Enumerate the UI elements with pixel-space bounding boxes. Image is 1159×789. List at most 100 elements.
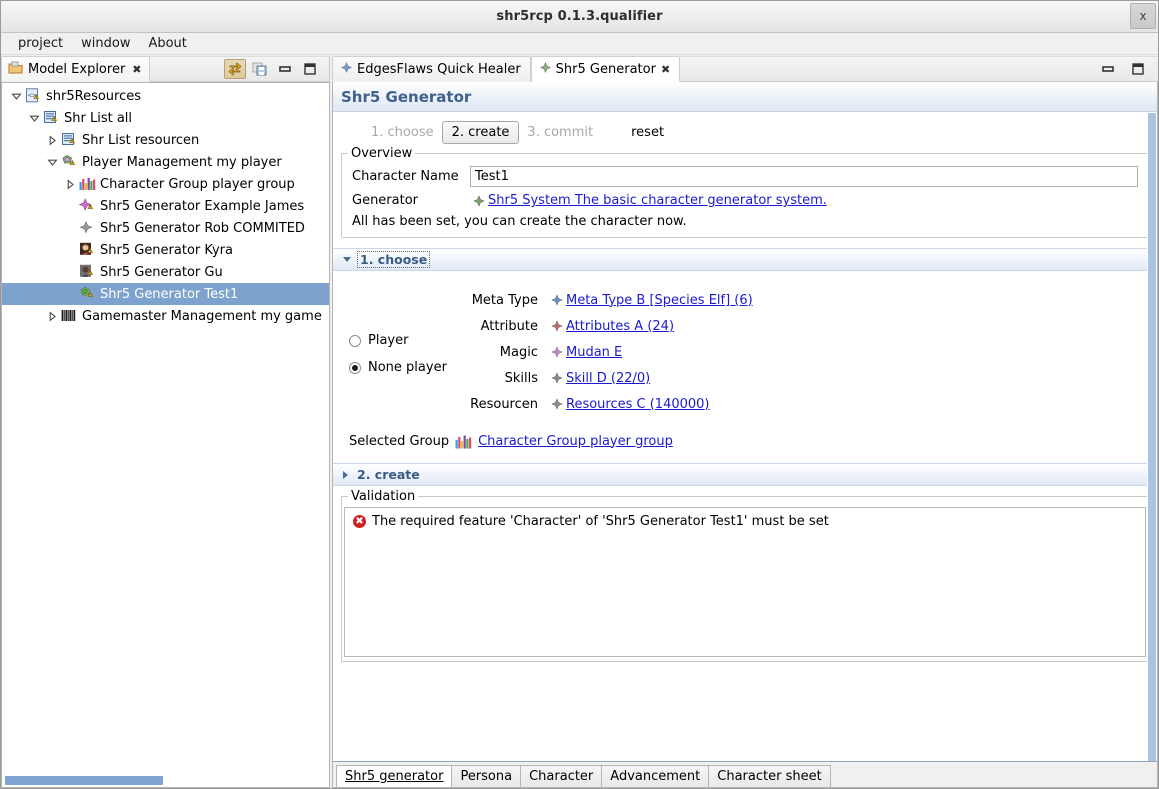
chevron-down-icon[interactable] bbox=[44, 151, 60, 173]
section-header-create[interactable]: 2. create bbox=[333, 463, 1157, 486]
selected-group-row: Selected Group Character Group player gr… bbox=[333, 419, 1157, 449]
chevron-down-icon[interactable] bbox=[8, 85, 24, 107]
menu-bar: project window About bbox=[1, 33, 1158, 55]
title-bar: shr5rcp 0.1.3.qualifier x bbox=[1, 1, 1158, 33]
field-label: Attribute bbox=[480, 318, 538, 334]
avatar-kyra-icon bbox=[78, 241, 96, 259]
field-link[interactable]: Resources C (140000) bbox=[566, 397, 710, 412]
field-link[interactable]: Meta Type B [Species Elf] (6) bbox=[566, 293, 753, 308]
editor-body: Shr5 Generator 1. choose 2. create 3. co… bbox=[332, 82, 1158, 788]
field-row-meta-type: Meta Type Meta Type B [Species Elf] (6) bbox=[453, 287, 1157, 313]
tree-item-gamemaster-management-my-game[interactable]: Gamemaster Management my game bbox=[2, 305, 329, 327]
radio-none-player-label: None player bbox=[368, 360, 447, 375]
radio-player[interactable]: Player bbox=[349, 327, 453, 354]
view-toolbar bbox=[149, 56, 330, 82]
editor-vertical-scrollbar[interactable] bbox=[1147, 112, 1157, 761]
generator-magenta-icon bbox=[78, 197, 96, 215]
scrollbar-thumb[interactable] bbox=[1148, 113, 1156, 761]
tree-item-label: Shr5 Generator Example James bbox=[100, 198, 305, 214]
field-label: Skills bbox=[504, 370, 538, 386]
selected-group-link[interactable]: Character Group player group bbox=[478, 434, 673, 449]
diamond-icon bbox=[340, 61, 353, 77]
window-close-button[interactable]: x bbox=[1130, 3, 1156, 29]
field-row-attribute: Attribute Attributes A (24) bbox=[453, 313, 1157, 339]
validation-list[interactable]: ✖ The required feature 'Character' of 'S… bbox=[344, 507, 1146, 657]
field-link[interactable]: Skill D (22/0) bbox=[566, 371, 650, 386]
page-tab-persona[interactable]: Persona bbox=[451, 765, 522, 787]
link-with-editor-icon[interactable] bbox=[224, 59, 246, 79]
field-label: Magic bbox=[499, 344, 538, 360]
tree-item-shr-list-resourcen[interactable]: Shr List resourcen bbox=[2, 129, 329, 151]
page-tab-label: Character bbox=[529, 769, 594, 784]
tree-item-character-group-player-group[interactable]: Character Group player group bbox=[2, 173, 329, 195]
step-2-create[interactable]: 2. create bbox=[441, 121, 520, 144]
maximize-icon[interactable] bbox=[299, 59, 321, 79]
field-label: Resourcen bbox=[470, 396, 538, 412]
chevron-right-icon[interactable] bbox=[62, 173, 78, 195]
menu-item-window[interactable]: window bbox=[72, 34, 139, 53]
editor-minimize-icon[interactable] bbox=[1100, 61, 1116, 77]
editor-tab-edgesflaws[interactable]: EdgesFlaws Quick Healer bbox=[332, 56, 531, 82]
tree-item-shr5resources[interactable]: <> shr5Resources bbox=[2, 85, 329, 107]
character-name-label: Character Name bbox=[352, 169, 459, 184]
menu-item-project[interactable]: project bbox=[9, 34, 72, 53]
collapse-all-icon[interactable] bbox=[249, 59, 271, 79]
editor-tab-filler bbox=[680, 56, 1158, 82]
tree-item-label: Player Management my player bbox=[82, 154, 282, 170]
character-group-icon bbox=[455, 433, 472, 449]
tree-item-shr5-generator-kyra[interactable]: Shr5 Generator Kyra bbox=[2, 239, 329, 261]
chevron-right-icon[interactable] bbox=[44, 129, 60, 151]
chevron-right-icon[interactable] bbox=[44, 305, 60, 327]
model-explorer-tab-row: Model Explorer ✖ bbox=[1, 56, 330, 82]
player-type-radio-group: Player None player bbox=[333, 287, 453, 417]
field-link[interactable]: Mudan E bbox=[566, 345, 622, 360]
form-title: Shr5 Generator bbox=[341, 87, 472, 106]
page-tab-character-sheet[interactable]: Character sheet bbox=[708, 765, 831, 787]
list-icon bbox=[42, 109, 60, 127]
character-name-input[interactable] bbox=[470, 166, 1138, 187]
tree-item-shr5-generator-rob-commited[interactable]: Shr5 Generator Rob COMMITED bbox=[2, 217, 329, 239]
section-header-choose[interactable]: 1. choose bbox=[333, 248, 1157, 271]
tree-item-label: Shr List resourcen bbox=[82, 132, 200, 148]
page-tab-character[interactable]: Character bbox=[520, 765, 603, 787]
generator-green-icon bbox=[78, 285, 96, 303]
editor-area: EdgesFlaws Quick Healer Shr5 Generator ✖ bbox=[332, 56, 1158, 788]
tree-item-shr-list-all[interactable]: Shr List all bbox=[2, 107, 329, 129]
close-icon[interactable]: ✖ bbox=[661, 63, 670, 76]
editor-tab-label: EdgesFlaws Quick Healer bbox=[357, 62, 521, 77]
step-3-commit[interactable]: 3. commit bbox=[519, 122, 601, 143]
field-link[interactable]: Attributes A (24) bbox=[566, 319, 674, 334]
tree-item-shr5-generator-test1[interactable]: Shr5 Generator Test1 bbox=[2, 283, 329, 305]
editor-tab-row: EdgesFlaws Quick Healer Shr5 Generator ✖ bbox=[332, 56, 1158, 82]
character-group-icon bbox=[78, 175, 96, 193]
radio-none-player[interactable]: None player bbox=[349, 354, 453, 381]
editor-maximize-icon[interactable] bbox=[1130, 61, 1146, 77]
tree-horizontal-scrollbar[interactable] bbox=[3, 775, 328, 786]
radio-player-label: Player bbox=[368, 333, 409, 348]
editor-tab-shr5-generator[interactable]: Shr5 Generator ✖ bbox=[530, 56, 681, 82]
model-explorer-view: Model Explorer ✖ <> shr5Resources Shr Li… bbox=[1, 56, 330, 788]
list-icon bbox=[60, 131, 78, 149]
form-page-tabs: Shr5 generator Persona Character Advancemen… bbox=[333, 761, 1157, 787]
radio-icon-selected bbox=[349, 361, 361, 374]
chevron-down-icon[interactable] bbox=[26, 107, 42, 129]
minimize-icon[interactable] bbox=[274, 59, 296, 79]
page-tab-shr5-generator[interactable]: Shr5 generator bbox=[336, 765, 453, 787]
tree-item-shr5-generator-gu[interactable]: Shr5 Generator Gu bbox=[2, 261, 329, 283]
model-tree-container[interactable]: <> shr5Resources Shr List all Shr List reso… bbox=[1, 82, 330, 788]
tree-item-shr5-generator-example-james[interactable]: Shr5 Generator Example James bbox=[2, 195, 329, 217]
workbench: Model Explorer ✖ <> shr5Resources Shr Li… bbox=[1, 56, 1158, 788]
page-tab-advancement[interactable]: Advancement bbox=[601, 765, 710, 787]
form-header: Shr5 Generator bbox=[333, 82, 1157, 112]
scrollbar-thumb[interactable] bbox=[5, 776, 163, 785]
view-tab-model-explorer[interactable]: Model Explorer ✖ bbox=[1, 56, 150, 82]
reset-button[interactable]: reset bbox=[623, 122, 672, 143]
step-1-choose[interactable]: 1. choose bbox=[363, 122, 442, 143]
menu-item-about[interactable]: About bbox=[139, 34, 195, 53]
choose-fields: Meta Type Meta Type B [Species Elf] (6) At… bbox=[453, 287, 1157, 417]
generator-link[interactable]: Shr5 System The basic character generato… bbox=[488, 193, 827, 208]
tree-item-player-management-my-player[interactable]: Player Management my player bbox=[2, 151, 329, 173]
close-icon[interactable]: ✖ bbox=[132, 63, 141, 76]
